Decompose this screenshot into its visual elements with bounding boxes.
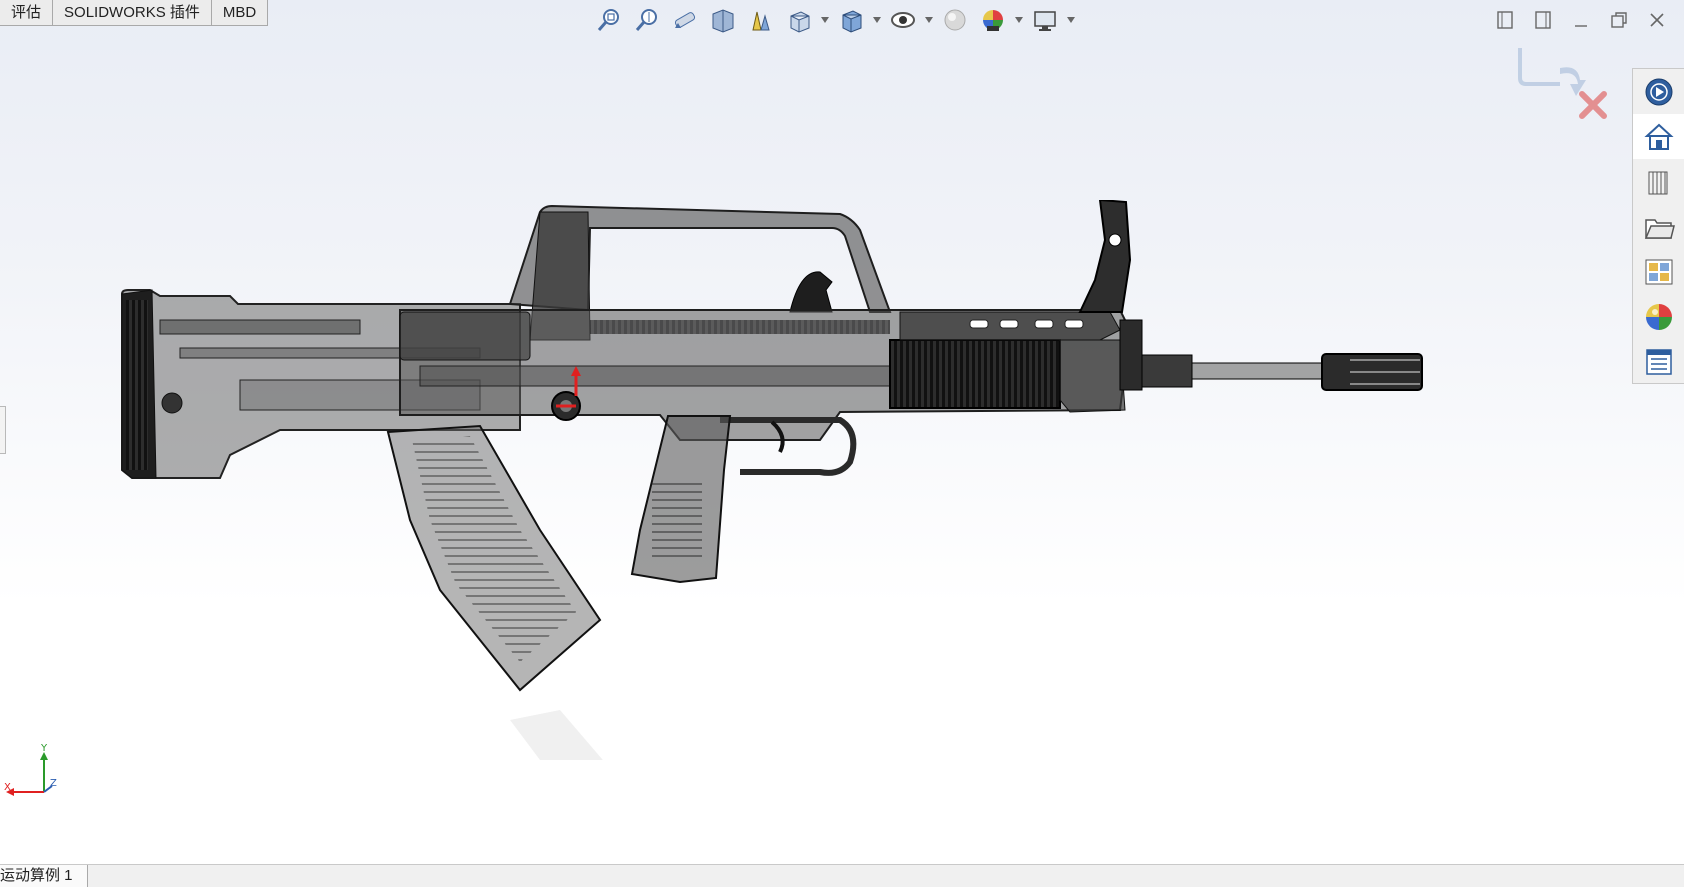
- custom-properties-icon[interactable]: [1633, 339, 1684, 384]
- tab-motion-study-1[interactable]: 运动算例 1: [0, 865, 88, 887]
- view-settings-icon[interactable]: [1028, 4, 1062, 36]
- tab-evaluate[interactable]: 评估: [0, 0, 54, 26]
- task-pane-tabs: [1632, 68, 1684, 384]
- triad-y-label: Y: [40, 743, 48, 754]
- solidworks-resources-icon[interactable]: [1633, 69, 1684, 114]
- restore-icon[interactable]: [1604, 6, 1634, 34]
- bottom-tab-bar: 运动算例 1: [0, 864, 1684, 887]
- triad-z-label: Z: [50, 778, 57, 789]
- confirmation-corner: [1518, 48, 1607, 119]
- tab-solidworks-addins[interactable]: SOLIDWORKS 插件: [53, 0, 212, 26]
- 3d-model-rifle-assembly[interactable]: [120, 200, 1540, 760]
- cancel-x-icon[interactable]: [1579, 91, 1607, 119]
- zoom-to-fit-icon[interactable]: [592, 4, 626, 36]
- view-palette-icon[interactable]: [1633, 249, 1684, 294]
- tile-right-icon[interactable]: [1528, 6, 1558, 34]
- command-manager-tabs: 评估 SOLIDWORKS 插件 MBD: [0, 0, 269, 26]
- tab-mbd[interactable]: MBD: [211, 0, 269, 26]
- design-library-icon[interactable]: [1633, 159, 1684, 204]
- pistol-grip: [630, 415, 732, 584]
- zoom-to-area-icon[interactable]: [630, 4, 664, 36]
- close-icon[interactable]: [1642, 6, 1672, 34]
- edit-appearance-icon[interactable]: [938, 4, 972, 36]
- magazine: [386, 424, 602, 692]
- barrel: [1119, 319, 1423, 391]
- home-icon[interactable]: [1633, 114, 1684, 159]
- heads-up-view-toolbar: [592, 4, 1076, 36]
- hide-show-dropdown-icon[interactable]: [924, 4, 934, 36]
- hide-show-items-icon[interactable]: [886, 4, 920, 36]
- file-explorer-icon[interactable]: [1633, 204, 1684, 249]
- dynamic-annotation-views-icon[interactable]: [744, 4, 778, 36]
- appearances-scenes-icon[interactable]: [1633, 294, 1684, 339]
- document-window-controls: [1490, 6, 1672, 34]
- tile-left-icon[interactable]: [1490, 6, 1520, 34]
- view-settings-dropdown-icon[interactable]: [1066, 4, 1076, 36]
- display-style-dropdown-icon[interactable]: [872, 4, 882, 36]
- view-orientation-icon[interactable]: [782, 4, 816, 36]
- model-reflection: [510, 710, 603, 760]
- apply-scene-dropdown-icon[interactable]: [1014, 4, 1024, 36]
- view-orientation-dropdown-icon[interactable]: [820, 4, 830, 36]
- exit-sketch-icon[interactable]: [1518, 48, 1586, 96]
- display-style-icon[interactable]: [834, 4, 868, 36]
- handguard: [889, 311, 1126, 413]
- minimize-icon[interactable]: [1566, 6, 1596, 34]
- reference-triad: Y X Z: [4, 743, 57, 796]
- feature-manager-collapse-handle[interactable]: [0, 406, 6, 454]
- graphics-area[interactable]: 评估 SOLIDWORKS 插件 MBD Y X Z: [0, 0, 1684, 864]
- triad-x-label: X: [4, 782, 11, 793]
- front-sight: [1078, 200, 1132, 313]
- section-view-icon[interactable]: [706, 4, 740, 36]
- previous-view-icon[interactable]: [668, 4, 702, 36]
- apply-scene-icon[interactable]: [976, 4, 1010, 36]
